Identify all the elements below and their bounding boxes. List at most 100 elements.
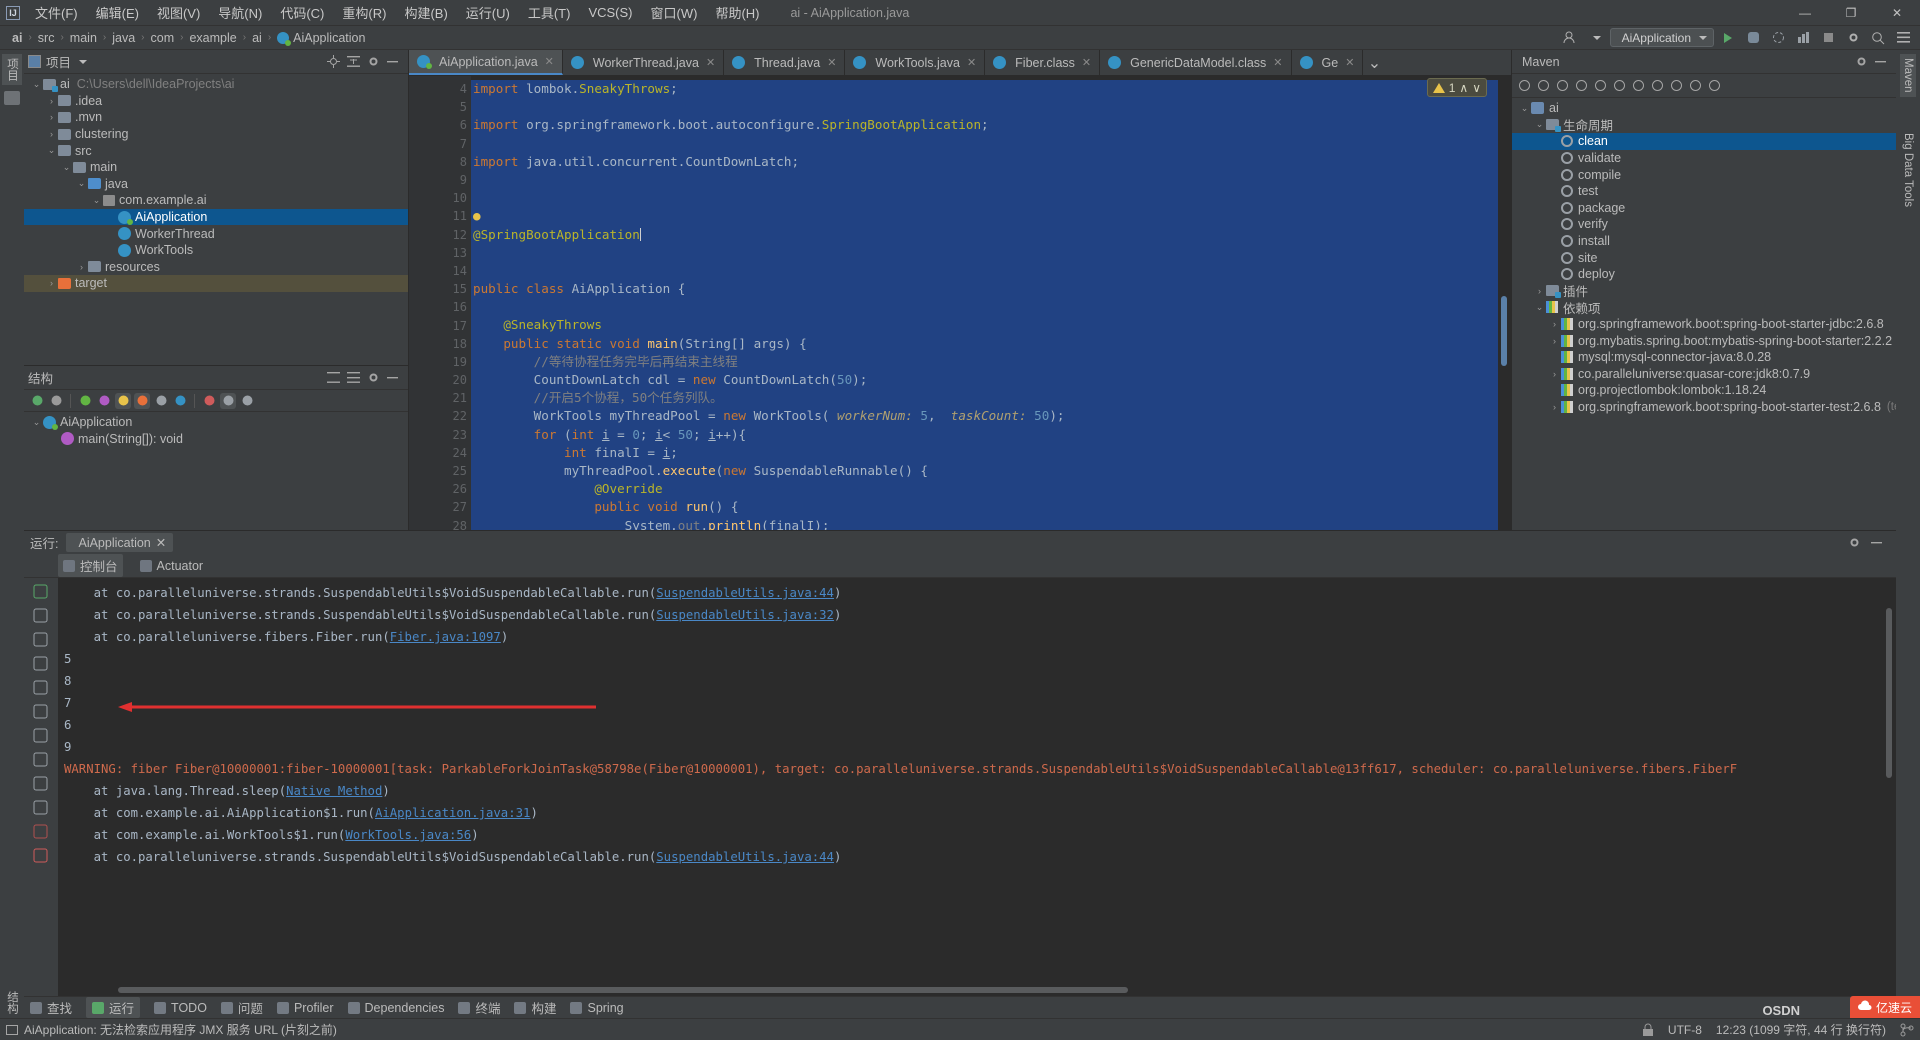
code-line[interactable]: for (int i = 0; i< 50; i++){ [471,426,1511,444]
run-icon[interactable] [1594,79,1607,92]
tree-row[interactable]: mysql:mysql-connector-java:8.0.28 [1512,349,1896,366]
close-icon[interactable]: ✕ [1345,56,1354,69]
breadcrumb-class[interactable]: AiApplication [271,30,371,46]
breadcrumb-src[interactable]: src [32,30,61,46]
up-stack-icon[interactable] [33,608,49,624]
console-line[interactable]: at com.example.ai.WorkTools$1.run(WorkTo… [64,824,1896,846]
project-panel-title-group[interactable]: 项目 [28,52,87,71]
close-icon[interactable]: ✕ [156,535,166,550]
gutter-line[interactable]: 18 [409,335,471,353]
minimize-button[interactable]: — [1782,0,1828,26]
code-line[interactable]: int finalI = i; [471,444,1511,462]
menu-item-code[interactable]: 代码(C) [271,0,333,25]
code-editor[interactable]: 45678⊖91011121314151617181920212223⊖2425… [409,76,1511,530]
tree-row[interactable]: ⌄AiApplication [24,414,408,431]
menu-item-view[interactable]: 视图(V) [148,0,209,25]
tree-row[interactable]: compile [1512,166,1896,183]
show-inherited-icon[interactable] [77,393,93,409]
close-icon[interactable]: ✕ [827,56,836,69]
editor-gutter[interactable]: 45678⊖91011121314151617181920212223⊖2425… [409,76,471,530]
run-with-coverage-button[interactable] [1767,28,1789,48]
code-line[interactable]: System.out.println(finalI); [471,517,1511,531]
bottom-bar-item[interactable]: 终端 [458,998,500,1017]
grid-icon[interactable] [33,800,49,816]
bottom-bar-item[interactable]: 问题 [221,998,263,1017]
console-line[interactable]: at java.lang.Thread.sleep(Native Method) [64,780,1896,802]
tree-row[interactable]: ›org.mybatis.spring.boot:mybatis-spring-… [1512,332,1896,349]
bottom-bar-item[interactable]: Profiler [277,1001,334,1015]
rerun-icon[interactable] [33,584,49,600]
encoding-label[interactable]: UTF-8 [1668,1023,1702,1037]
locate-file-icon[interactable] [327,55,340,68]
tree-row[interactable]: ⌄生命周期 [1512,117,1896,134]
tree-row[interactable]: verify [1512,216,1896,233]
pin-icon[interactable] [33,848,49,864]
run-configuration-selector[interactable]: AiApplication [1610,28,1714,47]
profile-button[interactable] [1792,28,1814,48]
tree-row[interactable]: WorkerThread [24,225,408,242]
next-warning-button[interactable]: ∨ [1472,81,1481,95]
gutter-line[interactable]: 21 [409,389,471,407]
gutter-line[interactable]: 15 [409,280,471,298]
editor-tab[interactable]: WorkerThread.java✕ [563,50,724,75]
bottom-bar-item[interactable]: Spring [570,1001,623,1015]
trash-icon[interactable] [33,824,49,840]
code-line[interactable]: public static void main(String[] args) { [471,335,1511,353]
tree-row[interactable]: validate [1512,150,1896,167]
code-line[interactable]: @Override [471,480,1511,498]
code-line[interactable]: @SpringBootApplication [471,226,1511,244]
expand-arrow-icon[interactable]: ⌄ [45,145,58,156]
gear-icon[interactable] [1855,55,1868,68]
code-line[interactable]: public class AiApplication { [471,280,1511,298]
menu-item-window[interactable]: 窗口(W) [642,0,707,25]
tree-row[interactable]: test [1512,183,1896,200]
close-icon[interactable]: ✕ [706,56,715,69]
expand-all-icon[interactable] [347,371,360,384]
gutter-line[interactable]: 22 [409,407,471,425]
chevron-down-icon[interactable] [1585,28,1607,48]
stacktrace-link[interactable]: WorkTools.java:56 [345,828,471,842]
refresh-icon[interactable] [1518,79,1531,92]
settings-icon[interactable] [1708,79,1721,92]
console-vertical-scrollbar[interactable] [1883,578,1896,982]
stacktrace-link[interactable]: SuspendableUtils.java:32 [656,608,834,622]
group-methods-icon[interactable] [153,393,169,409]
console-line[interactable]: at com.example.ai.AiApplication$1.run(Ai… [64,802,1896,824]
editor-tab[interactable]: Fiber.class✕ [985,50,1100,75]
hide-panel-icon[interactable] [1875,55,1888,68]
editor-tab[interactable]: Thread.java✕ [724,50,845,75]
tree-row[interactable]: ⌄src [24,142,408,159]
scrollbar-thumb[interactable] [118,987,1128,993]
gutter-line[interactable]: 25⊖ [409,462,471,480]
export-icon[interactable] [33,728,49,744]
console-horizontal-scrollbar[interactable] [58,984,1883,996]
gutter-line[interactable]: 9 [409,171,471,189]
expand-arrow-icon[interactable]: › [45,112,58,122]
bottom-bar-item[interactable]: 查找 [30,998,72,1017]
tree-row[interactable]: main(String[]): void [24,431,408,448]
tree-row[interactable]: ›clustering [24,126,408,143]
gutter-line[interactable]: 27 [409,498,471,516]
expand-all-icon[interactable] [220,393,236,409]
expand-arrow-icon[interactable]: ⌄ [1518,103,1531,114]
plus-icon[interactable] [1575,79,1588,92]
gutter-line[interactable]: 19 [409,353,471,371]
gutter-line[interactable]: 10 [409,189,471,207]
gutter-line[interactable]: 8⊖ [409,153,471,171]
gutter-line[interactable]: 13 [409,244,471,262]
filter-icon[interactable] [33,704,49,720]
stop-button[interactable] [1817,28,1839,48]
console-line[interactable]: 7 [64,692,1896,714]
bottom-bar-item[interactable]: 构建 [514,998,556,1017]
toolwindow-tab-structure[interactable]: 结构 [2,987,22,1018]
show-non-public-icon[interactable] [134,393,150,409]
prev-warning-button[interactable]: ∧ [1459,81,1468,95]
tree-row[interactable]: ⌄main [24,159,408,176]
menu-item-vcs[interactable]: VCS(S) [579,2,641,23]
show-fields-icon[interactable] [115,393,131,409]
download-sources-icon[interactable] [1556,79,1569,92]
sort-by-visibility-icon[interactable] [29,393,45,409]
run-button[interactable] [1717,28,1739,48]
expand-arrow-icon[interactable]: › [1548,402,1561,412]
gutter-line[interactable]: 5 [409,98,471,116]
